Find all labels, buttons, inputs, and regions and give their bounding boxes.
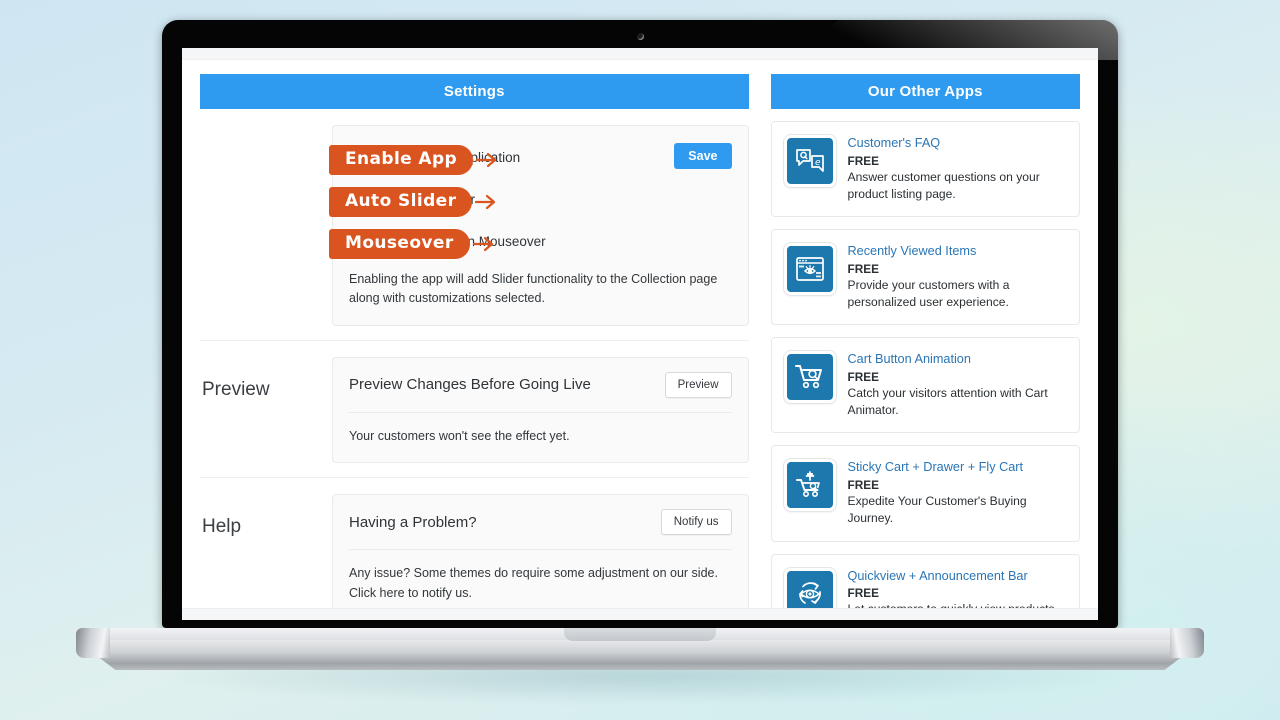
save-button[interactable]: Save — [674, 143, 732, 169]
app-description: Catch your visitors attention with Cart … — [847, 386, 1048, 418]
app-name-link[interactable]: Quickview + Announcement Bar — [848, 568, 1068, 586]
callout-arrow-icon — [475, 194, 497, 210]
preview-section-label: Preview — [202, 378, 270, 400]
app-price: FREE — [847, 153, 879, 168]
laptop-base-left-edge — [76, 628, 110, 658]
toggle-row-enable-application: Enable App Application Save — [329, 140, 732, 176]
callout-auto-slider-label: Auto Slider — [329, 187, 473, 218]
callout-arrow-icon — [472, 236, 495, 252]
help-card-header: Having a Problem? Notify us — [349, 509, 732, 551]
chat-bubbles-faq-icon: e — [783, 135, 836, 187]
app-name-link[interactable]: Cart Button Animation — [848, 351, 1068, 369]
shopping-cart-icon — [783, 351, 836, 404]
app-price: FREE — [847, 586, 879, 601]
callout-enable-app: Enable App — [329, 145, 498, 176]
toggles-card: Enable App Application Save Auto Slider … — [329, 125, 749, 326]
settings-header: Settings — [200, 74, 749, 109]
app-card[interactable]: Recently Viewed Items FREE Provide your … — [770, 229, 1080, 326]
other-apps-header: Our Other Apps — [770, 74, 1080, 109]
preview-card: Preview Changes Before Going Live Previe… — [332, 356, 749, 464]
help-section-label: Help — [202, 516, 242, 538]
preview-card-header: Preview Changes Before Going Live Previe… — [349, 371, 732, 413]
settings-toggles-block: Enable App Application Save Auto Slider … — [200, 109, 749, 340]
laptop-base-right-edge — [1170, 628, 1204, 658]
laptop-lid: Settings Enable App Application Save Aut… — [162, 20, 1118, 628]
help-card-body: Any issue? Some themes do require some a… — [349, 566, 718, 600]
other-apps-column: Our Other Apps e Customer's FAQ FREE Ans… — [770, 74, 1080, 620]
settings-column: Settings Enable App Application Save Aut… — [200, 74, 749, 620]
app-price: FREE — [847, 478, 879, 493]
laptop-base-notch — [564, 628, 716, 641]
app-card[interactable]: Sticky Cart + Drawer + Fly Cart FREE Exp… — [770, 445, 1080, 542]
app-info: Cart Button Animation FREE Catch your vi… — [848, 351, 1068, 419]
svg-text:e: e — [815, 158, 821, 168]
browser-window-eye-icon — [783, 243, 836, 296]
app-card[interactable]: Cart Button Animation FREE Catch your vi… — [770, 337, 1080, 434]
app-name-link[interactable]: Sticky Cart + Drawer + Fly Cart — [848, 459, 1068, 477]
app-viewport: Settings Enable App Application Save Aut… — [182, 60, 1098, 620]
sticky-cart-pin-icon — [783, 459, 836, 512]
app-description: Provide your customers with a personaliz… — [847, 277, 1010, 310]
toggles-section-spacer — [200, 125, 332, 147]
toggle-row-auto-slider: Auto Slider — [329, 182, 732, 218]
app-name-link[interactable]: Customer's FAQ — [848, 135, 1068, 153]
app-description: Expedite Your Customer's Buying Journey. — [847, 494, 1027, 526]
help-block: Help Having a Problem? Notify us Any iss… — [200, 477, 749, 620]
laptop-base — [76, 628, 1204, 672]
preview-card-title: Preview Changes Before Going Live — [349, 376, 591, 394]
callout-mouseover: Mouseover — [329, 229, 495, 260]
laptop-screen: Settings Enable App Application Save Aut… — [182, 48, 1098, 620]
toggle-row-change-on-mouseover: Mouseover Change on Mouseover — [329, 224, 732, 260]
callout-arrow-icon — [476, 152, 498, 168]
help-card: Having a Problem? Notify us Any issue? S… — [332, 494, 749, 620]
app-card[interactable]: e Customer's FAQ FREE Answer customer qu… — [770, 121, 1080, 218]
callout-auto-slider: Auto Slider — [329, 187, 497, 218]
app-name-link[interactable]: Recently Viewed Items — [848, 243, 1068, 261]
laptop-base-body — [76, 640, 1204, 670]
app-price: FREE — [847, 261, 879, 276]
settings-description: Enabling the app will add Slider functio… — [349, 272, 718, 306]
app-info: Recently Viewed Items FREE Provide your … — [848, 243, 1068, 311]
notify-us-button[interactable]: Notify us — [660, 509, 732, 536]
app-description: Answer customer questions on your produc… — [847, 169, 1040, 201]
callout-enable-app-label: Enable App — [329, 145, 474, 176]
app-price: FREE — [847, 370, 879, 385]
screenshot-stage: Settings Enable App Application Save Aut… — [0, 0, 1280, 720]
webcam-icon — [637, 33, 644, 40]
browser-chrome-bottom — [182, 608, 1098, 620]
preview-card-body: Your customers won't see the effect yet. — [349, 428, 570, 443]
callout-mouseover-label: Mouseover — [329, 229, 470, 260]
preview-block: Preview Preview Changes Before Going Liv… — [200, 339, 749, 477]
browser-chrome-top — [182, 48, 1098, 60]
preview-button[interactable]: Preview — [664, 371, 732, 398]
app-info: Sticky Cart + Drawer + Fly Cart FREE Exp… — [848, 459, 1068, 527]
app-info: Customer's FAQ FREE Answer customer ques… — [848, 135, 1068, 203]
help-card-title: Having a Problem? — [349, 513, 477, 531]
